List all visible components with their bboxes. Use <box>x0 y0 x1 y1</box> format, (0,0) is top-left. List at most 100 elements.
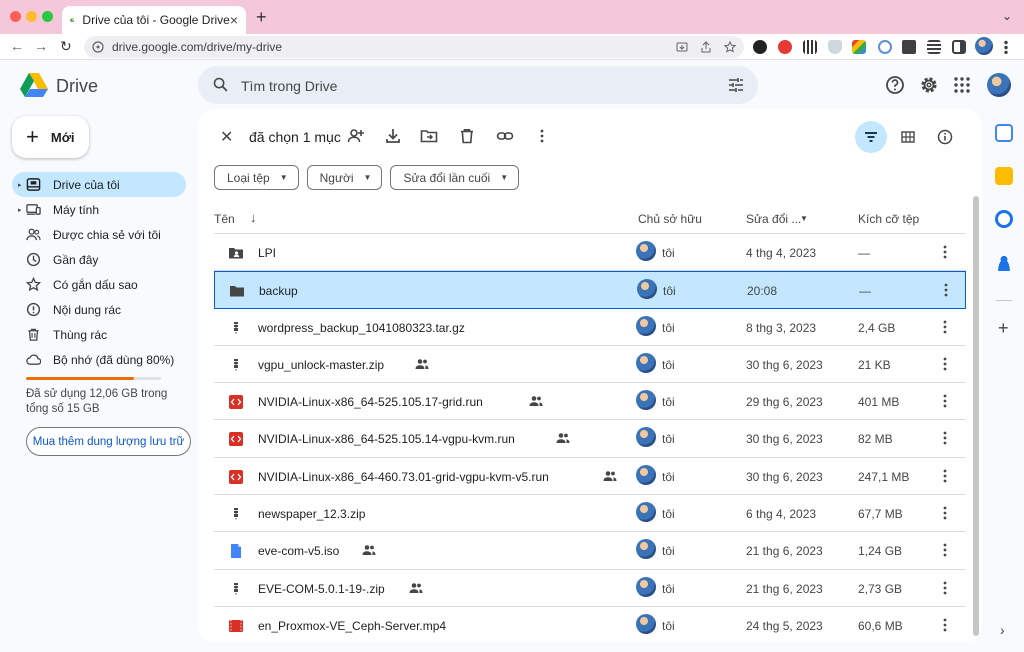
scrollbar[interactable] <box>973 196 979 636</box>
grid-view-button[interactable] <box>892 121 924 153</box>
file-modified: 8 thg 3, 2023 <box>746 320 817 335</box>
sidebar-item-storage[interactable]: Bộ nhớ (đã dùng 80%) <box>12 347 186 372</box>
table-row[interactable]: newspaper_12.3.zip tôi 6 thg 4, 2023 67,7 M… <box>214 495 966 533</box>
account-avatar[interactable] <box>987 73 1011 97</box>
new-tab-button[interactable]: + <box>256 7 267 28</box>
filter-chip-people[interactable]: Người ▼ <box>306 165 383 190</box>
sidebar-item-shared-with-me[interactable]: Được chia sẻ với tôi <box>12 222 186 247</box>
more-actions-icon[interactable] <box>533 127 551 145</box>
table-row[interactable]: EVE-COM-5.0.1-19-.zip tôi 21 thg 6, 2023 2,… <box>214 570 966 607</box>
clear-selection-icon[interactable]: ✕ <box>220 127 233 147</box>
chip-label: Sửa đổi lần cuối <box>403 170 491 185</box>
forward-button[interactable]: → <box>34 38 48 54</box>
reload-button[interactable]: ↻ <box>60 38 72 55</box>
buy-storage-button[interactable]: Mua thêm dung lượng lưu trữ <box>26 427 191 456</box>
table-row[interactable]: NVIDIA-Linux-x86_64-525.105.14-vgpu-kvm.… <box>214 420 966 458</box>
sidebar-item-spam[interactable]: Nội dung rác <box>12 297 186 322</box>
column-header-modified[interactable]: Sửa đổi ... <box>746 212 801 226</box>
table-row[interactable]: backup tôi 20:08 — <box>214 271 966 309</box>
more-actions-icon[interactable] <box>938 541 952 559</box>
contacts-icon[interactable] <box>995 253 1013 271</box>
sidebar-item-recent[interactable]: Gần đây <box>12 247 186 272</box>
copy-link-icon[interactable] <box>496 127 514 145</box>
table-row[interactable]: vgpu_unlock-master.zip tôi 30 thg 6, 2023 2… <box>214 346 966 384</box>
extension-bear-icon[interactable] <box>753 40 767 54</box>
table-row[interactable]: LPI tôi 4 thg 4, 2023 — <box>214 234 966 272</box>
dropdown-arrow-icon: ▼ <box>363 173 372 182</box>
filter-chip-type[interactable]: Loại tệp ▼ <box>214 165 299 190</box>
expand-caret-icon[interactable]: ▸ <box>18 206 22 214</box>
zoom-window-button[interactable] <box>42 11 53 22</box>
more-actions-icon[interactable] <box>938 429 952 447</box>
tasks-icon[interactable] <box>995 210 1013 228</box>
more-actions-icon[interactable] <box>938 392 952 410</box>
drive-logo-icon[interactable] <box>20 72 48 98</box>
filter-chip-modified[interactable]: Sửa đổi lần cuối ▼ <box>390 165 520 190</box>
expand-caret-icon[interactable]: ▸ <box>18 181 22 189</box>
search-icon[interactable] <box>212 76 229 93</box>
extensions-puzzle-icon[interactable] <box>902 40 916 54</box>
table-row[interactable]: en_Proxmox-VE_Ceph-Server.mp4 tôi 24 thg 5… <box>214 607 966 642</box>
reading-list-icon[interactable] <box>927 40 941 54</box>
browser-profile-avatar[interactable] <box>975 37 993 55</box>
browser-menu-icon[interactable] <box>1004 40 1008 54</box>
search-input[interactable]: Tìm trong Drive <box>241 78 337 94</box>
delete-trash-icon[interactable] <box>458 127 476 145</box>
sidebar-item-computers[interactable]: ▸ Máy tính <box>12 197 186 222</box>
extension-colorful-icon[interactable] <box>852 40 866 54</box>
more-actions-icon[interactable] <box>938 355 952 373</box>
more-actions-icon[interactable] <box>938 616 952 634</box>
table-row[interactable]: eve-com-v5.iso tôi 21 thg 6, 2023 1,24 GB <box>214 532 966 570</box>
search-options-icon[interactable] <box>728 77 744 93</box>
sort-desc-icon[interactable]: ▼ <box>800 214 808 223</box>
minimize-window-button[interactable] <box>26 11 37 22</box>
more-actions-icon[interactable] <box>938 467 952 485</box>
sidebar-item-my-drive[interactable]: ▸ Drive của tôi <box>12 172 186 197</box>
table-row[interactable]: NVIDIA-Linux-x86_64-460.73.01-grid-vgpu-… <box>214 458 966 496</box>
search-bar[interactable]: Tìm trong Drive <box>198 66 758 104</box>
extension-qr-icon[interactable] <box>803 40 817 54</box>
filter-toggle-button[interactable] <box>855 121 887 153</box>
more-actions-icon[interactable] <box>938 243 952 261</box>
file-modified: 24 thg 5, 2023 <box>746 618 823 633</box>
add-addon-icon[interactable]: + <box>998 318 1009 339</box>
address-bar[interactable]: drive.google.com/drive/my-drive <box>84 36 744 58</box>
more-actions-icon[interactable] <box>938 318 952 336</box>
install-app-icon[interactable] <box>676 41 688 53</box>
browser-tab-drive[interactable]: Drive của tôi - Google Drive × <box>62 6 246 34</box>
bookmark-star-icon[interactable] <box>724 41 736 53</box>
tab-close-icon[interactable]: × <box>230 12 238 28</box>
side-panel-icon[interactable] <box>952 40 966 54</box>
extension-adblock-icon[interactable] <box>778 40 792 54</box>
sidebar-item-starred[interactable]: Có gắn dấu sao <box>12 272 186 297</box>
sort-arrow-icon[interactable]: ↓ <box>250 210 257 225</box>
table-row[interactable]: NVIDIA-Linux-x86_64-525.105.17-grid.run t… <box>214 383 966 421</box>
sidebar-item-trash[interactable]: Thùng rác <box>12 322 186 347</box>
table-row[interactable]: wordpress_backup_1041080323.tar.gz tôi 8 t… <box>214 309 966 346</box>
back-button[interactable]: ← <box>10 38 24 54</box>
more-actions-icon[interactable] <box>938 504 952 522</box>
keep-icon[interactable] <box>995 167 1013 185</box>
more-actions-icon[interactable] <box>938 579 952 597</box>
app-name[interactable]: Drive <box>56 76 98 97</box>
help-icon[interactable] <box>885 75 905 95</box>
share-icon[interactable] <box>700 41 712 53</box>
settings-gear-icon[interactable] <box>919 75 939 95</box>
apps-grid-icon[interactable] <box>952 75 972 95</box>
download-icon[interactable] <box>384 127 402 145</box>
new-button[interactable]: + Mới <box>12 116 89 158</box>
expand-panel-icon[interactable]: › <box>1000 622 1005 638</box>
column-header-name[interactable]: Tên <box>214 212 235 226</box>
extension-shield-icon[interactable] <box>828 40 842 54</box>
site-info-icon[interactable] <box>92 41 104 53</box>
close-window-button[interactable] <box>10 11 21 22</box>
column-header-owner[interactable]: Chủ sở hữu <box>638 212 702 226</box>
calendar-icon[interactable] <box>995 124 1013 142</box>
share-add-person-icon[interactable] <box>347 127 365 145</box>
extension-circle-icon[interactable] <box>878 40 892 54</box>
more-actions-icon[interactable] <box>939 281 953 299</box>
tab-search-button[interactable]: ⌄ <box>1002 9 1012 23</box>
details-button[interactable] <box>929 121 961 153</box>
move-to-folder-icon[interactable] <box>420 127 438 145</box>
column-header-size[interactable]: Kích cỡ tệp <box>858 212 919 226</box>
